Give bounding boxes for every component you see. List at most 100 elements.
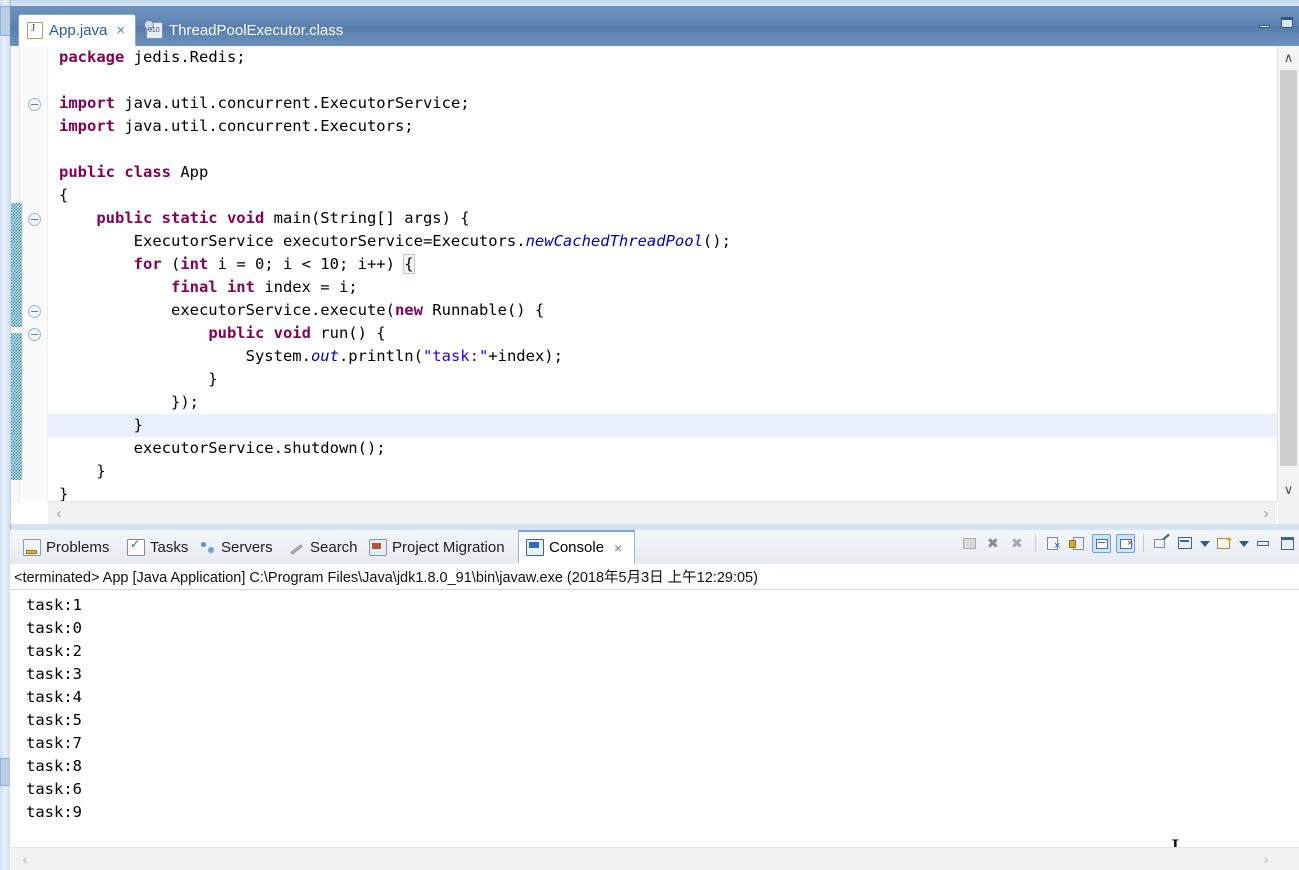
- search-icon: [289, 540, 305, 555]
- panel-tab-problems[interactable]: Problems: [16, 530, 116, 564]
- panel-tab-label: Problems: [46, 539, 109, 556]
- panel-tab-bar: Problems Tasks Servers Search Project Mi…: [10, 530, 1299, 565]
- scroll-lock-button[interactable]: [1068, 534, 1087, 553]
- scroll-down-arrow[interactable]: ∨: [1278, 478, 1299, 502]
- panel-tab-label: Project Migration: [392, 539, 505, 556]
- toolbar-separator: [1143, 535, 1144, 552]
- minimize-panel-button[interactable]: [1254, 534, 1273, 553]
- code-line: public void run() {: [48, 322, 386, 345]
- remove-all-terminated-button[interactable]: ✖: [1008, 534, 1027, 553]
- console-output-line: task:7: [26, 732, 1299, 755]
- launch-config-text: <terminated> App [Java Application] C:\P…: [14, 566, 758, 587]
- console-output-line: task:3: [26, 663, 1299, 686]
- toolbar-separator: [1035, 535, 1036, 552]
- maximize-panel-button[interactable]: [1278, 534, 1297, 553]
- maximize-icon[interactable]: [1279, 16, 1295, 30]
- console-icon: [526, 539, 544, 556]
- change-indicator-mark: [11, 327, 22, 333]
- console-toolbar: ✖ ✖ ×: [960, 534, 1297, 553]
- code-line: }: [48, 368, 218, 391]
- fold-toggle-run[interactable]: [28, 328, 41, 341]
- code-line: public static void main(String[] args) {: [48, 207, 470, 230]
- code-line: package jedis.Redis;: [48, 46, 246, 69]
- scroll-left-arrow[interactable]: ‹: [48, 502, 70, 524]
- editor-vertical-scrollbar-thumb[interactable]: [1280, 70, 1297, 466]
- panel-tab-servers[interactable]: Servers: [193, 530, 280, 564]
- console-scroll-right-arrow[interactable]: ›: [1255, 848, 1277, 870]
- fold-toggle-main[interactable]: [28, 213, 41, 226]
- fold-toggle-imports[interactable]: [28, 98, 41, 111]
- code-line: {: [48, 184, 68, 207]
- panel-tab-label: Search: [310, 539, 358, 556]
- editor-scrollbar-corner: [1278, 502, 1299, 524]
- remove-launch-button[interactable]: ✖: [984, 534, 1003, 553]
- editor-tab-label: App.java: [49, 22, 107, 39]
- current-line-highlight: [48, 414, 1277, 437]
- scroll-right-arrow[interactable]: ›: [1255, 502, 1277, 524]
- problems-icon: [23, 539, 41, 556]
- console-horizontal-scrollbar[interactable]: ‹ ›: [10, 847, 1299, 870]
- show-console-on-error-button[interactable]: ×: [1116, 534, 1135, 553]
- panel-tab-search[interactable]: Search: [282, 530, 365, 564]
- console-output-line: task:2: [26, 640, 1299, 663]
- editor-window-buttons: [1257, 16, 1295, 30]
- remove-launch-glyph: ✖: [987, 535, 999, 552]
- code-line: });: [48, 391, 199, 414]
- open-console-button[interactable]: ✦: [1215, 534, 1234, 553]
- editor-tab-app-java[interactable]: App.java ×: [18, 14, 136, 46]
- console-output-line: task:8: [26, 755, 1299, 778]
- open-console-dropdown[interactable]: [1239, 541, 1249, 547]
- display-selected-console-button[interactable]: [1176, 534, 1195, 553]
- show-console-on-output-button[interactable]: [1092, 534, 1111, 553]
- panel-tab-label: Console: [549, 539, 604, 556]
- console-scroll-left-arrow[interactable]: ‹: [14, 848, 36, 870]
- code-line: import java.util.concurrent.Executors;: [48, 115, 414, 138]
- console-output-line: task:4: [26, 686, 1299, 709]
- remove-all-glyph: ✖: [1011, 535, 1023, 552]
- tasks-icon: [127, 539, 145, 556]
- scroll-up-arrow[interactable]: ∧: [1278, 46, 1299, 70]
- editor-tab-label: ThreadPoolExecutor.class: [169, 22, 343, 39]
- code-line: public class App: [48, 161, 208, 184]
- console-output-line: task:0: [26, 617, 1299, 640]
- editor-overview-ruler-left[interactable]: [11, 46, 20, 502]
- display-selected-console-dropdown[interactable]: [1200, 541, 1210, 547]
- panel-tab-console[interactable]: Console ×: [518, 530, 635, 564]
- pin-console-button[interactable]: [1152, 534, 1171, 553]
- panel-tab-label: Tasks: [150, 539, 188, 556]
- panel-tab-tasks[interactable]: Tasks: [120, 530, 195, 564]
- console-output-area[interactable]: task:1 task:0 task:2 task:3 task:4 task:…: [10, 590, 1299, 848]
- code-line: executorService.execute(new Runnable() {: [48, 299, 544, 322]
- panel-tab-close-icon[interactable]: ×: [614, 540, 622, 556]
- eclipse-ide-window: App.java × ThreadPoolExecutor.class pack…: [0, 0, 1299, 870]
- editor-tab-threadpoolexecutor-class[interactable]: ThreadPoolExecutor.class: [138, 14, 351, 46]
- minimize-icon[interactable]: [1257, 16, 1273, 30]
- editor-tab-bar: App.java × ThreadPoolExecutor.class: [10, 6, 1299, 47]
- console-output-line: task:9: [26, 801, 1299, 824]
- clear-console-button[interactable]: ×: [1044, 534, 1063, 553]
- terminate-button[interactable]: [960, 534, 979, 553]
- console-launch-configuration-line: <terminated> App [Java Application] C:\P…: [10, 564, 1299, 590]
- code-line: System.out.println("task:"+index);: [48, 345, 563, 368]
- code-text-area[interactable]: package jedis.Redis; import java.util.co…: [48, 46, 1277, 502]
- code-line: }: [48, 460, 106, 483]
- code-line: ExecutorService executorService=Executor…: [48, 230, 731, 253]
- fold-toggle-runnable[interactable]: [28, 305, 41, 318]
- servers-icon: [200, 540, 216, 555]
- change-indicator-bar: [11, 203, 22, 480]
- code-editor[interactable]: package jedis.Redis; import java.util.co…: [10, 46, 1299, 524]
- console-output-line: task:1: [26, 594, 1299, 617]
- bottom-view-panel: Problems Tasks Servers Search Project Mi…: [10, 530, 1299, 870]
- editor-vertical-scrollbar[interactable]: ∧ ∨: [1277, 46, 1299, 502]
- panel-tab-project-migration[interactable]: Project Migration: [362, 530, 512, 564]
- code-line: for (int i = 0; i < 10; i++) {: [48, 253, 414, 276]
- editor-folding-gutter[interactable]: [23, 46, 48, 502]
- code-line: }: [48, 414, 143, 437]
- console-output-line: task:5: [26, 709, 1299, 732]
- code-line: executorService.shutdown();: [48, 437, 386, 460]
- editor-tab-close-icon[interactable]: ×: [116, 22, 125, 39]
- console-output-line: task:6: [26, 778, 1299, 801]
- class-file-icon: [146, 22, 163, 39]
- panel-tab-label: Servers: [221, 539, 273, 556]
- editor-horizontal-scrollbar[interactable]: ‹ ›: [48, 501, 1277, 524]
